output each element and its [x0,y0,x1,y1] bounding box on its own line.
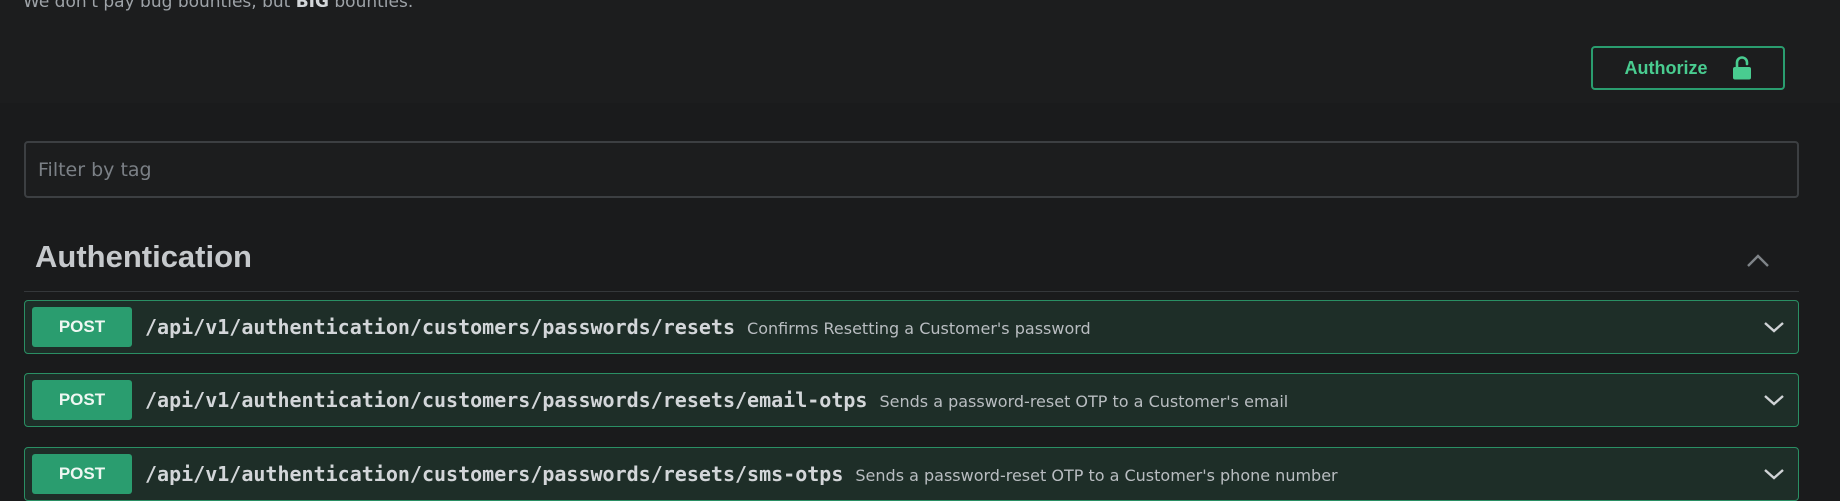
unlocked-lock-icon [1732,56,1751,80]
chevron-down-icon[interactable] [1762,465,1786,483]
description-text-bold: BIG [295,0,329,12]
chevron-down-icon[interactable] [1762,391,1786,409]
tag-section-authentication[interactable]: Authentication [24,230,1799,292]
operation-path-text: /api/v1/authentication/customers/passwor… [145,388,868,412]
chevron-down-icon[interactable] [1762,318,1786,336]
operation-path: /api/v1/authentication/customers/passwor… [145,315,1091,339]
operation-summary: Sends a password-reset OTP to a Customer… [855,466,1338,485]
operation-path-text: /api/v1/authentication/customers/passwor… [145,462,844,486]
api-description: We don't pay bug bounties, but BIG bount… [23,0,413,12]
operation-summary: Confirms Resetting a Customer's password [747,319,1091,338]
authorize-button[interactable]: Authorize [1591,46,1785,90]
operation-summary: Sends a password-reset OTP to a Customer… [879,392,1289,411]
chevron-up-icon[interactable] [1743,248,1773,272]
authorize-button-label: Authorize [1624,57,1708,78]
method-badge: POST [32,454,132,494]
method-badge: POST [32,307,132,347]
operation-path-text: /api/v1/authentication/customers/passwor… [145,315,736,339]
operation-row[interactable]: POST /api/v1/authentication/customers/pa… [24,373,1799,427]
operation-path: /api/v1/authentication/customers/passwor… [145,388,1288,412]
info-bar: We don't pay bug bounties, but BIG bount… [0,0,1840,103]
description-text-after: bounties. [328,0,414,12]
section-title: Authentication [35,239,252,274]
filter-by-tag-input[interactable] [24,141,1799,198]
description-text-before: We don't pay bug bounties, but [23,0,296,12]
operation-path: /api/v1/authentication/customers/passwor… [145,462,1338,486]
operation-row[interactable]: POST /api/v1/authentication/customers/pa… [24,447,1799,501]
method-badge: POST [32,380,132,420]
operation-row[interactable]: POST /api/v1/authentication/customers/pa… [24,300,1799,354]
